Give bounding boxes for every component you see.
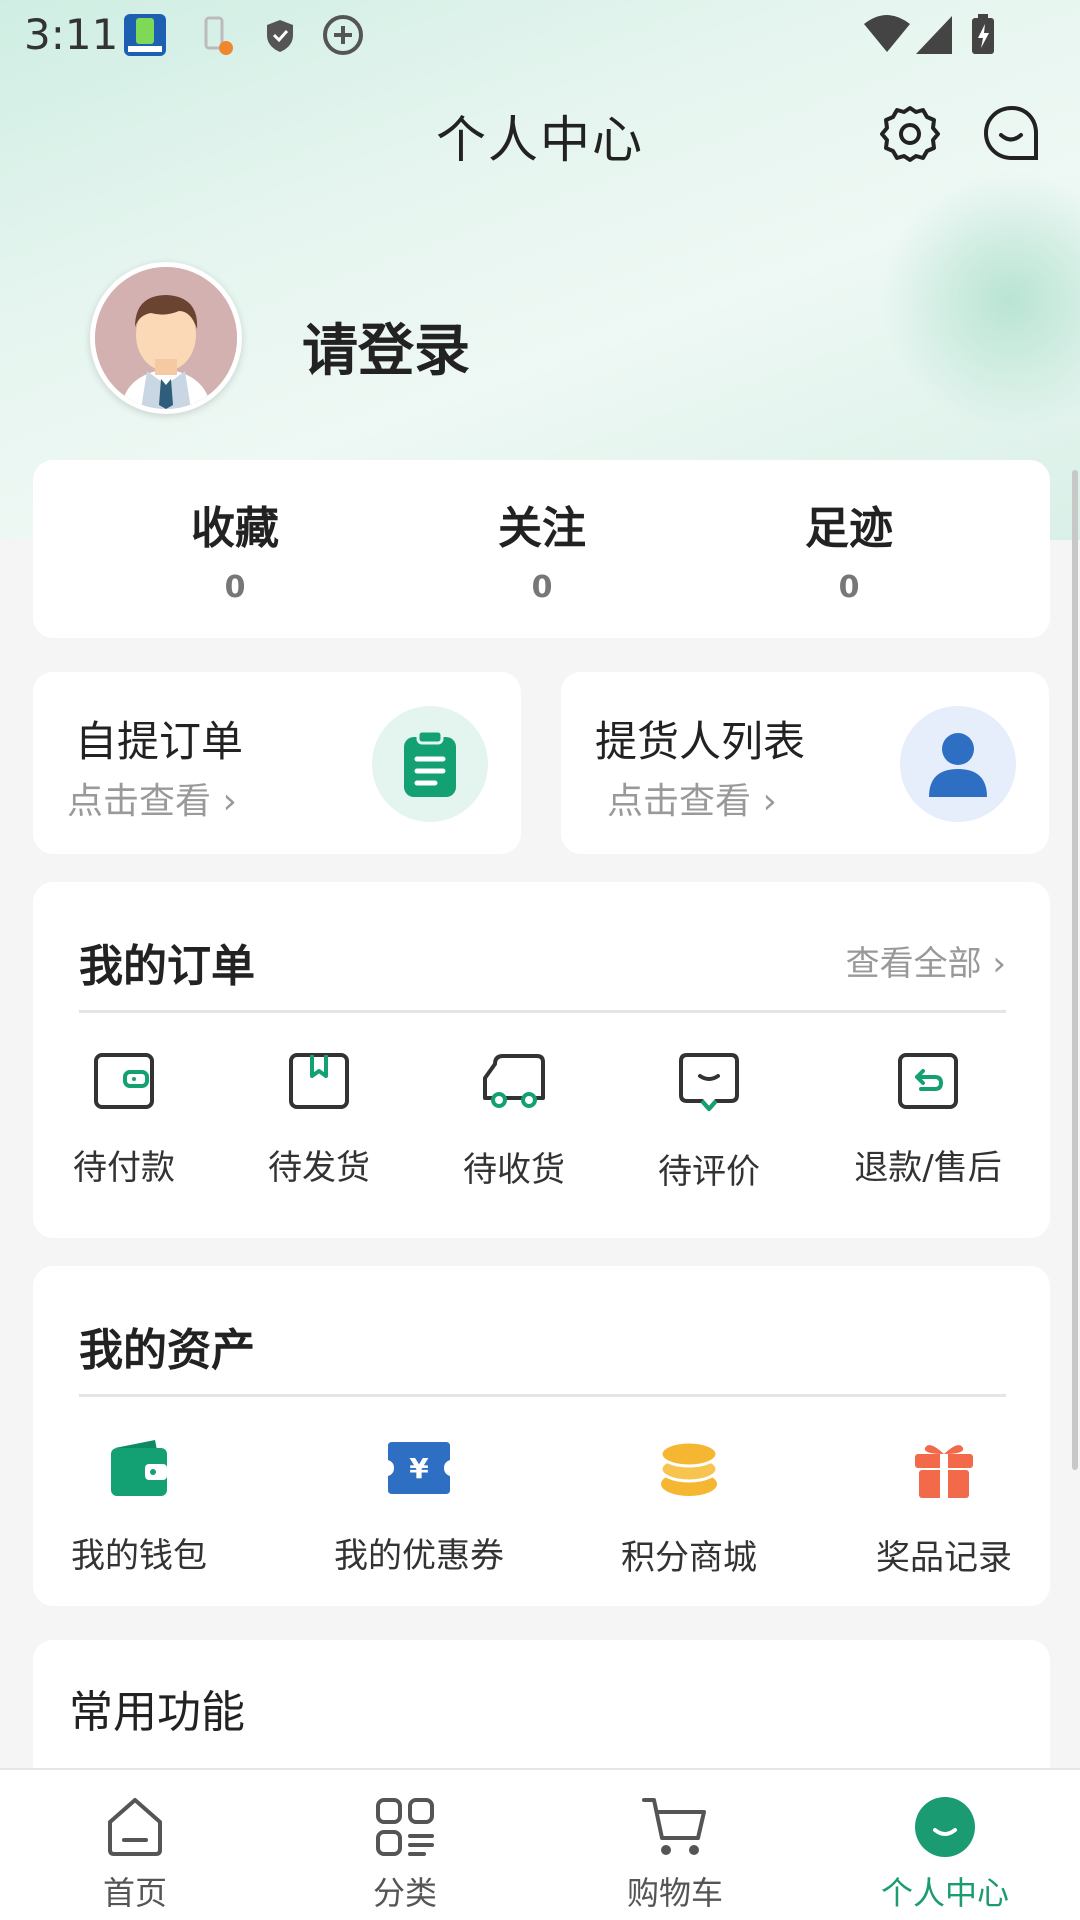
scrollbar[interactable] xyxy=(1072,470,1078,1470)
my-assets-card: 我的资产 我的钱包 ¥ 我的优惠券 积分商城 奖品记录 xyxy=(33,1266,1050,1606)
nav-label: 个人中心 xyxy=(880,1874,1009,1912)
coins-icon xyxy=(659,1440,719,1496)
status-bar: 3:11 xyxy=(0,0,1080,72)
asset-label: 我的优惠券 xyxy=(334,1536,504,1576)
gift-icon xyxy=(915,1445,973,1498)
profile-active-icon xyxy=(915,1797,975,1857)
stat-favorites[interactable]: 收藏 0 xyxy=(115,492,355,605)
order-label: 待收货 xyxy=(463,1150,565,1190)
asset-prize-records[interactable]: 奖品记录 xyxy=(869,1438,1019,1579)
asset-label: 我的钱包 xyxy=(71,1536,207,1576)
box-outline-icon xyxy=(289,1053,349,1109)
order-label: 待付款 xyxy=(73,1148,175,1188)
user-avatar-icon xyxy=(95,267,237,409)
home-icon xyxy=(108,1798,162,1856)
wallet-outline-icon xyxy=(94,1053,154,1109)
nav-label: 首页 xyxy=(102,1874,167,1912)
wifi-icon xyxy=(864,15,910,52)
nav-home[interactable]: 首页 xyxy=(25,1794,245,1914)
view-all-orders-link[interactable]: 查看全部 › xyxy=(846,936,1006,985)
app-notification-icon xyxy=(124,14,166,56)
shield-icon xyxy=(267,20,293,52)
shortcut-title: 自提订单 xyxy=(75,717,244,766)
order-pending-shipment[interactable]: 待发货 xyxy=(254,1052,384,1189)
asset-coupons[interactable]: ¥ 我的优惠券 xyxy=(329,1438,509,1577)
pickup-orders-card[interactable]: 自提订单 点击查看 › xyxy=(33,672,521,854)
order-pending-review[interactable]: 待评价 xyxy=(644,1052,774,1193)
asset-label: 奖品记录 xyxy=(876,1538,1012,1578)
section-title: 我的订单 xyxy=(79,941,255,992)
nav-label: 购物车 xyxy=(626,1874,723,1912)
section-title: 我的资产 xyxy=(79,1325,255,1376)
order-label: 退款/售后 xyxy=(854,1148,1002,1188)
cart-icon xyxy=(642,1798,706,1855)
divider xyxy=(79,1394,1006,1397)
asset-label: 积分商城 xyxy=(621,1538,757,1578)
add-circle-icon xyxy=(323,15,363,55)
truck-outline-icon xyxy=(483,1054,545,1108)
stat-value: 0 xyxy=(224,570,246,605)
stat-footprints[interactable]: 足迹 0 xyxy=(729,492,969,605)
status-time: 3:11 xyxy=(24,10,119,59)
shortcut-subtitle: 点击查看 › xyxy=(67,781,237,822)
divider xyxy=(79,1010,1006,1013)
coupon-icon: ¥ xyxy=(388,1442,450,1494)
person-icon xyxy=(900,706,1016,822)
stat-label: 足迹 xyxy=(805,503,893,554)
message-icon[interactable] xyxy=(980,102,1044,166)
nav-profile[interactable]: 个人中心 xyxy=(835,1794,1055,1914)
nav-label: 分类 xyxy=(372,1874,437,1912)
wallet-icon xyxy=(111,1440,167,1496)
my-orders-card: 我的订单 查看全部 › 待付款 待发货 待收货 待评价 退款/售后 xyxy=(33,882,1050,1238)
stat-value: 0 xyxy=(531,570,553,605)
svg-text:¥: ¥ xyxy=(409,1452,429,1485)
shortcut-title: 提货人列表 xyxy=(595,717,806,766)
stat-label: 收藏 xyxy=(191,503,279,554)
signal-icon xyxy=(916,16,952,54)
battery-alert-icon xyxy=(204,16,233,55)
stat-value: 0 xyxy=(838,570,860,605)
clipboard-icon xyxy=(372,706,488,822)
order-pending-receipt[interactable]: 待收货 xyxy=(449,1052,579,1191)
pickup-person-list-card[interactable]: 提货人列表 点击查看 › xyxy=(561,672,1049,854)
bottom-nav: 首页 分类 购物车 个人中心 xyxy=(0,1768,1080,1920)
stat-label: 关注 xyxy=(498,503,586,554)
avatar[interactable] xyxy=(90,262,242,414)
return-outline-icon xyxy=(898,1053,958,1109)
stats-card: 收藏 0 关注 0 足迹 0 xyxy=(33,460,1050,638)
stat-following[interactable]: 关注 0 xyxy=(422,492,662,605)
nav-cart[interactable]: 购物车 xyxy=(565,1794,785,1914)
order-label: 待发货 xyxy=(268,1148,370,1188)
nav-category[interactable]: 分类 xyxy=(295,1794,515,1914)
battery-charging-icon xyxy=(972,14,994,54)
section-title: 常用功能 xyxy=(69,1687,245,1738)
asset-points-mall[interactable]: 积分商城 xyxy=(614,1438,764,1579)
order-pending-payment[interactable]: 待付款 xyxy=(59,1052,189,1189)
category-icon xyxy=(376,1798,434,1856)
order-refund-aftersale[interactable]: 退款/售后 xyxy=(848,1052,1008,1189)
asset-wallet[interactable]: 我的钱包 xyxy=(69,1438,209,1577)
settings-icon[interactable] xyxy=(878,102,942,166)
login-prompt[interactable]: 请登录 xyxy=(302,306,470,387)
shortcut-subtitle: 点击查看 › xyxy=(607,781,777,822)
comment-outline-icon xyxy=(679,1053,739,1111)
order-label: 待评价 xyxy=(658,1152,760,1192)
